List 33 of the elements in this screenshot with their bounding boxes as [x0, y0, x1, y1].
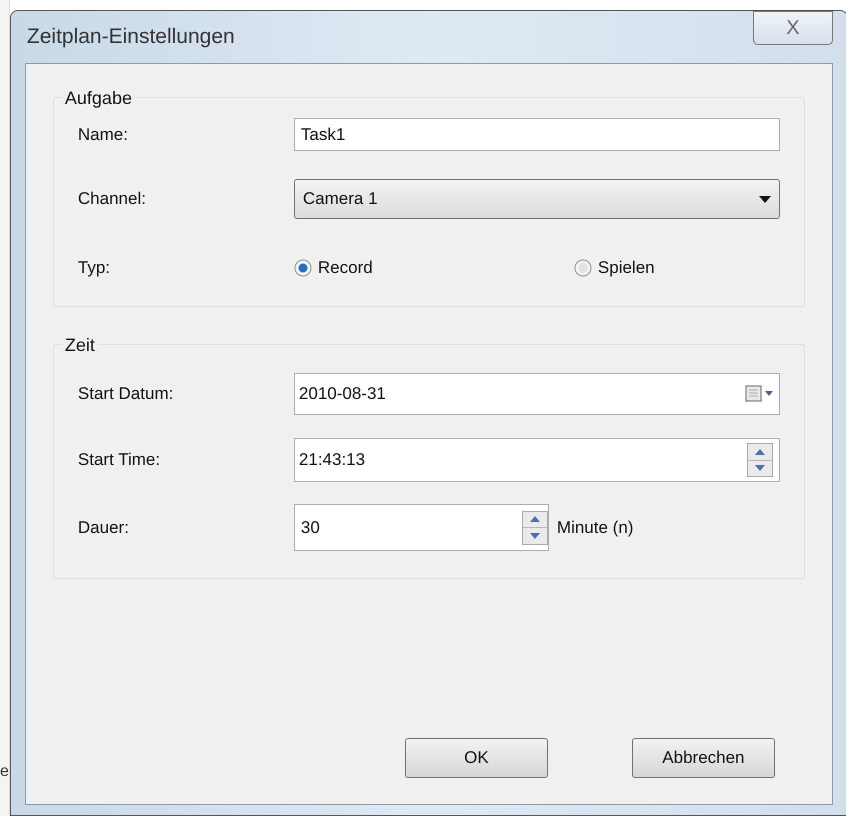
spin-buttons[interactable]	[746, 443, 773, 477]
duration-field[interactable]: 30	[294, 504, 549, 551]
field-label: Channel:	[78, 188, 147, 210]
window-title: Zeitplan-Einstellungen	[26, 24, 235, 50]
radio-icon	[294, 259, 312, 277]
dialog-button[interactable]: OK	[404, 738, 548, 778]
calendar-icon	[744, 385, 775, 403]
field-label: Typ:	[78, 257, 112, 280]
field-label: Start Datum:	[78, 383, 174, 406]
dropdown-value: Camera 1	[302, 188, 378, 210]
down-arrow-icon	[530, 532, 540, 539]
radio-option[interactable]: Record	[294, 255, 574, 281]
unit-label: Minute (n)	[556, 516, 634, 539]
close-button[interactable]: X	[752, 11, 833, 45]
dialog-button[interactable]: Abbrechen	[632, 738, 775, 778]
field-label: Start Time:	[78, 449, 162, 472]
up-arrow-icon	[530, 516, 540, 522]
spin-buttons[interactable]	[522, 510, 548, 544]
time-value: 21:43:13	[298, 449, 366, 472]
date-field[interactable]: 2010-08-31	[294, 373, 780, 415]
duration-value: 30	[300, 516, 320, 539]
date-value: 2010-08-31	[298, 383, 386, 406]
background-text: e	[0, 764, 9, 780]
name-field[interactable]: Task1	[294, 118, 780, 151]
field-label: Name:	[78, 124, 129, 146]
radio-icon	[574, 259, 592, 277]
caret-icon	[758, 196, 771, 202]
channel-dropdown[interactable]: Camera 1	[294, 179, 780, 219]
down-arrow-icon	[754, 465, 765, 472]
up-arrow-icon	[754, 448, 765, 455]
radio-option[interactable]: Spielen	[574, 255, 655, 281]
time-field[interactable]: 21:43:13	[294, 438, 780, 482]
field-label: Dauer:	[78, 516, 130, 539]
